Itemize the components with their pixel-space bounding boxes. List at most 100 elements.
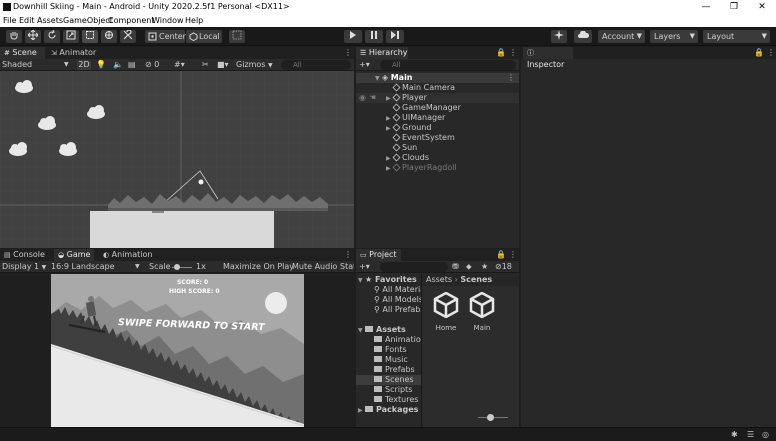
- progress-icon[interactable]: ◎: [762, 430, 769, 439]
- layers-dropdown[interactable]: Layers ▼: [650, 30, 698, 43]
- tab-inspector[interactable]: ⓘ Inspector: [523, 47, 573, 69]
- breadcrumb-assets[interactable]: Assets: [426, 275, 452, 284]
- hierarchy-item-main-camera[interactable]: Main Camera: [356, 83, 519, 93]
- search-by-label-icon[interactable]: ⬥: [466, 262, 476, 272]
- scene-root-row[interactable]: ▼ ◈ Main ⋮: [356, 73, 519, 83]
- account-dropdown[interactable]: Account ▼: [598, 30, 645, 43]
- pivot-center-toggle[interactable]: Center: [145, 30, 186, 43]
- hand-tool-button[interactable]: [6, 30, 22, 43]
- cache-icon[interactable]: ☰: [747, 430, 754, 439]
- 2d-toggle[interactable]: 2D: [77, 60, 91, 70]
- lock-icon[interactable]: 🔒: [496, 47, 506, 59]
- rotate-tool-button[interactable]: [44, 29, 60, 43]
- rect-tool-button[interactable]: [82, 30, 98, 43]
- hierarchy-item-clouds[interactable]: ▶ Clouds: [356, 153, 519, 163]
- project-search-input[interactable]: [380, 262, 448, 272]
- folder-music[interactable]: Music: [374, 355, 408, 365]
- scale-slider-thumb[interactable]: [174, 264, 180, 270]
- menu-window[interactable]: Window: [152, 14, 184, 27]
- pick-hand-icon[interactable]: ☚: [369, 93, 376, 103]
- folder-scripts[interactable]: Scripts: [374, 385, 412, 395]
- favorite-item-all-models[interactable]: ⚲ All Models: [374, 295, 421, 305]
- hidden-objects-toggle[interactable]: ⊘ 0: [145, 60, 171, 70]
- hierarchy-search-input[interactable]: All: [380, 60, 516, 70]
- shading-mode-dropdown[interactable]: Shaded ▼: [2, 60, 72, 70]
- asset-main-scene[interactable]: Main: [467, 292, 497, 338]
- menu-help[interactable]: Help: [185, 14, 203, 27]
- lighting-toggle-icon[interactable]: 💡: [96, 60, 106, 70]
- step-button[interactable]: [386, 30, 404, 43]
- play-button[interactable]: [344, 30, 362, 43]
- search-by-type-icon[interactable]: ⛃: [452, 262, 462, 272]
- tab-project[interactable]: ▭ Project: [356, 249, 401, 261]
- tab-animator[interactable]: ⇲ Animator: [47, 47, 102, 59]
- favorite-item-all-materials[interactable]: ⚲ All Materia: [374, 285, 421, 295]
- gizmos-dropdown[interactable]: Gizmos ▼: [236, 60, 278, 70]
- scale-slider[interactable]: [172, 262, 192, 272]
- custom-tool-button[interactable]: [120, 29, 136, 43]
- camera-icon[interactable]: ■▾: [217, 60, 233, 70]
- pause-button[interactable]: [365, 30, 383, 43]
- effects-toggle-icon[interactable]: ▤: [128, 60, 140, 70]
- create-button[interactable]: +▾: [359, 60, 375, 70]
- folder-animation[interactable]: Animation: [374, 335, 421, 345]
- transform-tool-button[interactable]: [101, 30, 117, 43]
- hierarchy-more-icon[interactable]: ⋮: [508, 47, 518, 59]
- close-button[interactable]: ✕: [748, 0, 776, 14]
- tab-animation[interactable]: ◐ Animation: [99, 249, 154, 261]
- breadcrumb-scenes[interactable]: Scenes: [460, 275, 492, 284]
- bug-icon[interactable]: ✱: [731, 430, 738, 439]
- tab-hierarchy[interactable]: ☰ Hierarchy: [356, 47, 408, 59]
- move-tool-button[interactable]: [25, 29, 41, 43]
- tab-game[interactable]: ◒ Game: [54, 249, 94, 261]
- audio-toggle-icon[interactable]: 🔈: [113, 60, 123, 70]
- menu-edit[interactable]: Edit: [19, 14, 35, 27]
- aspect-dropdown[interactable]: 16:9 Landscape ▼: [51, 262, 143, 272]
- scale-tool-button[interactable]: [63, 30, 79, 43]
- icon-size-slider-thumb[interactable]: [487, 414, 494, 421]
- menu-file[interactable]: File: [3, 14, 16, 27]
- tab-scene[interactable]: # Scene: [0, 47, 45, 59]
- lock-icon[interactable]: 🔒: [496, 249, 506, 261]
- tools-icon[interactable]: ✂: [202, 60, 212, 70]
- stats-toggle[interactable]: Stat: [340, 262, 354, 272]
- favorites-section[interactable]: ▼ ★ Favorites: [358, 275, 417, 285]
- hidden-packages-toggle[interactable]: ⊘18: [495, 262, 517, 272]
- assets-section[interactable]: ▼ Assets: [358, 325, 406, 335]
- grid-toggle-icon[interactable]: #▾: [174, 60, 192, 70]
- scene-viewport[interactable]: [0, 71, 354, 248]
- game-more-icon[interactable]: ⋮: [343, 249, 353, 261]
- game-view[interactable]: SCORE: 0 HIGH SCORE: 0 SWIPE FORWARD TO …: [0, 273, 354, 427]
- folder-scenes[interactable]: Scenes: [356, 375, 421, 385]
- maximize-on-play-toggle[interactable]: Maximize On Play: [223, 262, 294, 272]
- minimize-button[interactable]: —: [692, 0, 720, 14]
- layout-dropdown[interactable]: Layout ▼: [703, 30, 770, 43]
- visibility-eye-icon[interactable]: ◉: [359, 93, 366, 103]
- hierarchy-item-gamemanager[interactable]: GameManager: [356, 103, 519, 113]
- folder-textures[interactable]: Textures: [374, 395, 418, 405]
- hierarchy-item-ground[interactable]: ▶ Ground: [356, 123, 519, 133]
- tab-console[interactable]: ▤ Console: [0, 249, 52, 261]
- folder-prefabs[interactable]: Prefabs: [374, 365, 415, 375]
- mute-audio-toggle[interactable]: Mute Audio: [292, 262, 337, 272]
- create-asset-button[interactable]: +▾: [359, 262, 375, 272]
- display-dropdown[interactable]: Display 1 ▼: [2, 262, 48, 272]
- collab-button[interactable]: [551, 30, 567, 43]
- hierarchy-item-player[interactable]: ◉ ☚ ▶ Player: [356, 93, 519, 103]
- lock-icon[interactable]: 🔒: [754, 47, 764, 59]
- scene-search-input[interactable]: All: [281, 60, 351, 70]
- scene-more-icon[interactable]: ⋮: [507, 73, 515, 83]
- favorite-star-icon[interactable]: ★: [481, 262, 491, 272]
- favorite-item-all-prefabs[interactable]: ⚲ All Prefabs: [374, 305, 421, 315]
- inspector-more-icon[interactable]: ⋮: [766, 47, 776, 59]
- grid-snap-button[interactable]: [229, 30, 245, 43]
- packages-section[interactable]: ▶ Packages: [358, 405, 418, 415]
- menu-gameobject[interactable]: GameObject: [63, 14, 113, 27]
- menu-assets[interactable]: Assets: [37, 14, 63, 27]
- hierarchy-item-sun[interactable]: Sun: [356, 143, 519, 153]
- folder-fonts[interactable]: Fonts: [374, 345, 407, 355]
- maximize-button[interactable]: ❐: [720, 0, 748, 14]
- menu-component[interactable]: Component: [108, 14, 154, 27]
- space-local-toggle[interactable]: Local: [186, 30, 222, 43]
- hierarchy-item-eventsystem[interactable]: EventSystem: [356, 133, 519, 143]
